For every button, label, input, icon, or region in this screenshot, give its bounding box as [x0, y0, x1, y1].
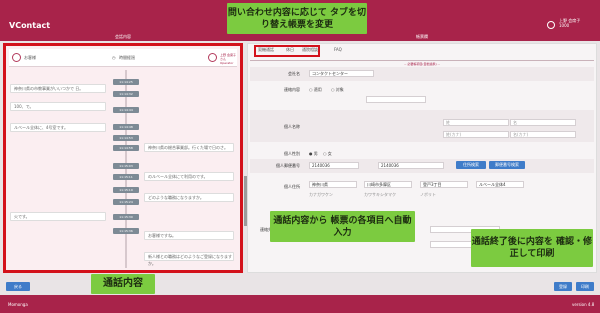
- message-bubble: お客様ですね。: [144, 231, 234, 240]
- operator-avatar-icon: [208, 53, 217, 62]
- company-label: 会社名: [288, 71, 300, 76]
- save-button[interactable]: 登録: [554, 282, 572, 291]
- last-name-field[interactable]: 姓: [443, 119, 509, 126]
- first-name-field[interactable]: 名: [510, 119, 576, 126]
- print-button[interactable]: 印刷: [576, 282, 594, 291]
- address-city-field[interactable]: 川崎市多摩区: [364, 181, 412, 188]
- callout-autofill: 通話内容から 帳票の各項目へ自動入力: [270, 211, 415, 242]
- message-bubble: 火です。: [10, 212, 106, 221]
- callout-print: 通話終了後に内容を 確認・修正して印刷: [471, 229, 593, 267]
- tab-highlight: [254, 45, 320, 57]
- address-building-field[interactable]: ルベール全体4: [476, 181, 524, 188]
- timestamp: 11:14:25: [113, 79, 139, 85]
- address-search-button[interactable]: 住所検索: [456, 161, 486, 169]
- back-button[interactable]: 戻る: [6, 282, 30, 291]
- timestamp: 11:14:44: [113, 107, 139, 113]
- message-bubble: 新人様との職務はどのようなご登録になりますか。: [144, 252, 234, 266]
- last-name-kana-field[interactable]: 姓(カナ): [443, 131, 509, 138]
- address-city-kana: カワサキシタマク: [364, 192, 396, 197]
- timestamp: 11:14:53: [113, 135, 139, 141]
- operator-name: 上野 会席子 さん Operator: [220, 53, 236, 65]
- address-label: 個人住所: [284, 184, 300, 189]
- timestamp: 11:15:36: [113, 228, 139, 234]
- gender-male[interactable]: ● 男: [309, 151, 318, 157]
- right-panel-title: 帳票欄: [416, 34, 428, 39]
- timestamp: 11:15:11: [113, 174, 139, 180]
- message-bubble: どのような職務になりますか。: [144, 193, 234, 202]
- user-id: 1000: [559, 23, 570, 28]
- customer-label: お客様: [24, 55, 36, 60]
- conversation-panel: お客様 ◷ 時間経過 上野 会席子 さん Operator 神奈川県の市教事業がい…: [3, 43, 247, 273]
- zip-search-button[interactable]: 郵便番号検索: [489, 161, 525, 169]
- timestamp: 11:14:48: [113, 124, 139, 130]
- timeline: [125, 70, 127, 268]
- conversation-header: お客様 ◷ 時間経過 上野 会席子 さん Operator: [9, 49, 237, 67]
- contact-option-2[interactable]: ○ 対象: [331, 87, 344, 93]
- message-bubble: のルベール全体にて利用のです。: [144, 172, 234, 181]
- timestamp: 11:14:58: [113, 145, 139, 151]
- section-header: -- 必要帳項目(自動連携) --: [250, 60, 594, 66]
- timestamp: 11:15:19: [113, 187, 139, 193]
- customer-avatar-icon: [12, 53, 21, 62]
- address-town-field[interactable]: 登戸3丁目: [420, 181, 468, 188]
- callout-tabs: 問い合わせ内容に応じて タブを切り替え帳票を変更: [227, 3, 367, 34]
- gender-label: 個人性別: [284, 151, 300, 156]
- app-title: VContact: [9, 21, 51, 30]
- address-pref-field[interactable]: 神奈川県: [309, 181, 357, 188]
- zip-label: 個人郵便番号: [276, 163, 300, 168]
- footer-logo: Momonga: [8, 302, 28, 307]
- timestamp: 11:14:32: [113, 91, 139, 97]
- message-bubble: 100、で。: [10, 102, 106, 111]
- message-bubble: ルベール全体に、4号室です。: [10, 123, 106, 132]
- contact-label: 連絡内容: [284, 87, 300, 92]
- timestamp: 11:15:30: [113, 214, 139, 220]
- footer: [0, 295, 600, 313]
- version-label: version 4.8: [572, 302, 595, 307]
- user-icon[interactable]: [547, 21, 555, 29]
- extra-label: 連絡先: [260, 227, 272, 232]
- contact-detail-field[interactable]: [366, 96, 426, 103]
- row-company: [250, 67, 594, 81]
- left-panel-title: 会話内容: [115, 34, 131, 39]
- tab-faq[interactable]: FAQ: [334, 47, 342, 52]
- clock-icon: ◷: [112, 55, 116, 60]
- contact-option-1[interactable]: ○ 適用: [309, 87, 322, 93]
- time-label: 時間経過: [119, 55, 135, 60]
- gender-female[interactable]: ○ 女: [323, 151, 332, 157]
- user-info: 上野 会席子 1000: [559, 18, 580, 28]
- message-bubble: 神奈川県の市教事業がいいつかで 日。: [10, 84, 106, 93]
- timestamp: 11:15:03: [113, 163, 139, 169]
- first-name-kana-field[interactable]: 名(カナ): [510, 131, 576, 138]
- address-pref-kana: カナガワケン: [309, 192, 333, 197]
- company-field[interactable]: コンタクトセンター: [309, 70, 374, 77]
- callout-conversation: 通話内容: [91, 274, 155, 294]
- zip-field-2[interactable]: 2140036: [378, 162, 444, 169]
- zip-field-1[interactable]: 2140036: [309, 162, 359, 169]
- timestamp: 11:15:24: [113, 199, 139, 205]
- name-label: 個人名称: [284, 124, 300, 129]
- address-town-kana: ノボリト: [420, 192, 436, 197]
- message-bubble: 神奈川県の総合事業部。行くた場で日のさ。: [144, 143, 234, 152]
